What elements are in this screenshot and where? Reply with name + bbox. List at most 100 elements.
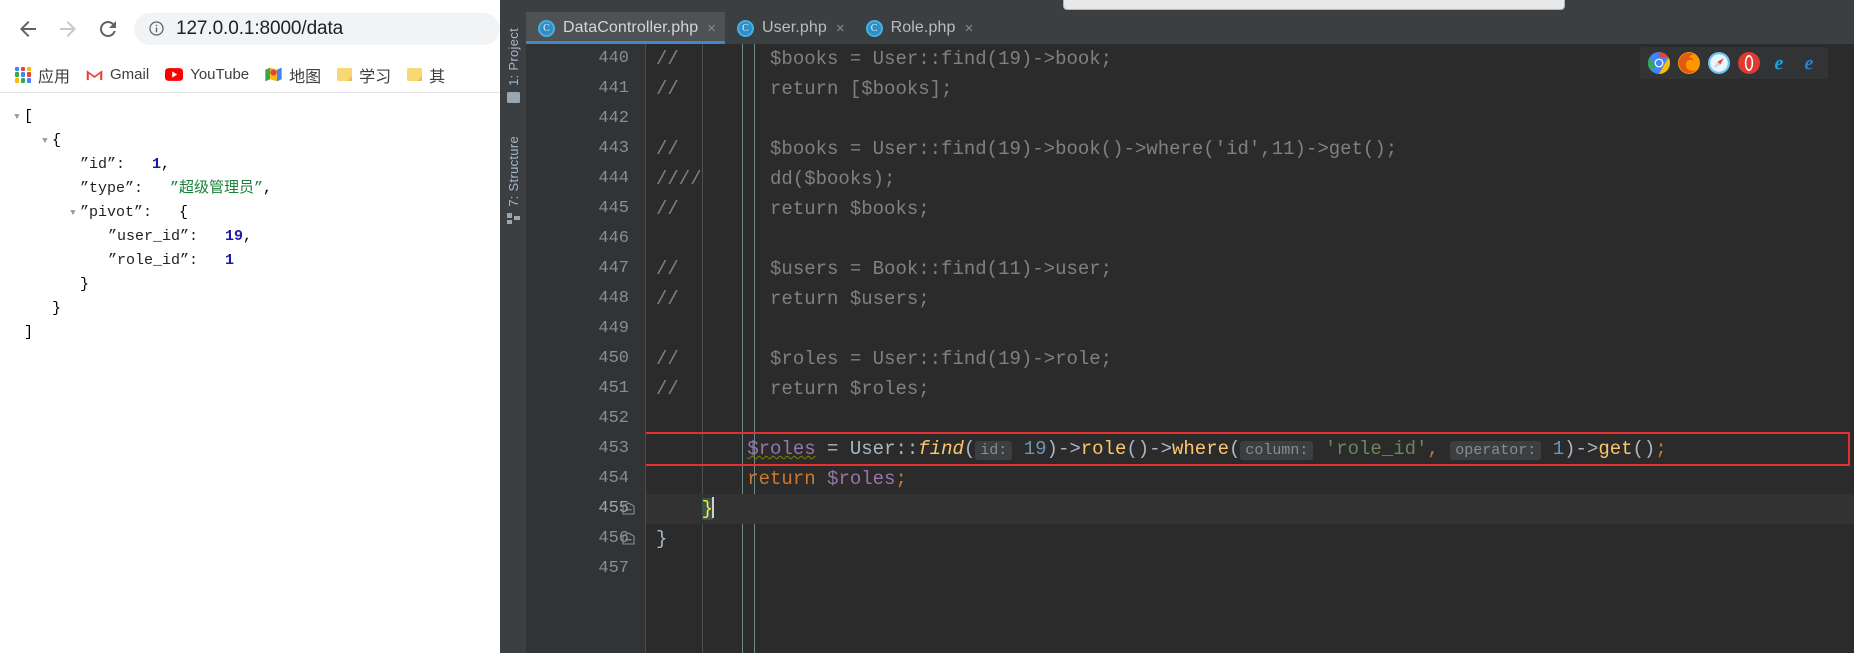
line-number: 445 — [598, 199, 629, 218]
code-token: return $books; — [678, 198, 930, 220]
json-collapse-triangle[interactable]: ▼ — [10, 105, 24, 129]
code-token: // — [656, 378, 679, 400]
line-number: 447 — [598, 259, 629, 278]
highlight-annotation-box — [646, 432, 1850, 466]
json-indent-spacer: ▼ — [94, 225, 108, 249]
code-area[interactable]: // $books = User::find(19)->book;// retu… — [646, 44, 1854, 653]
code-line[interactable]: } — [656, 494, 715, 524]
browser-launcher-popup[interactable]: ee — [1640, 47, 1828, 79]
chrome-icon[interactable] — [1647, 51, 1671, 75]
bookmarks-bar: 应用 Gmail YouTube 地图 学习 其 — [0, 57, 500, 92]
json-line: ▼”type”: ”超级管理员”, — [10, 177, 500, 201]
code-token: $roles = User::find(19)->role; — [678, 348, 1113, 370]
toolwindow-structure[interactable]: 7: Structure — [500, 136, 526, 224]
bookmark-label: 其 — [429, 68, 446, 86]
bookmark-folder-other[interactable]: 其 — [400, 61, 452, 89]
structure-icon — [506, 212, 520, 224]
screen-root: 127.0.0.1:8000/data 应用 Gmail YouTube 地图 … — [0, 0, 1854, 653]
json-token: } — [52, 300, 62, 317]
code-line[interactable]: } — [656, 524, 667, 554]
code-line[interactable]: return $roles; — [656, 464, 907, 494]
code-fold-icon[interactable] — [622, 502, 635, 515]
line-number: 451 — [598, 379, 629, 398]
json-token: ”user_id”: — [108, 228, 199, 245]
bookmark-label: Gmail — [110, 66, 150, 83]
reload-button[interactable] — [88, 9, 128, 49]
firefox-icon[interactable] — [1677, 51, 1701, 75]
line-number: 442 — [598, 109, 629, 128]
code-token: dd($books); — [701, 168, 896, 190]
info-circle-icon[interactable] — [148, 20, 165, 37]
code-line[interactable]: // $users = Book::find(11)->user; — [656, 254, 1112, 284]
json-token: , — [263, 180, 273, 197]
json-collapse-triangle[interactable]: ▼ — [66, 201, 80, 225]
bookmark-label: 地图 — [289, 68, 322, 86]
ide-tool-strip: 1: Project 7: Structure — [500, 10, 526, 653]
folder-icon — [337, 68, 353, 81]
editor-tab[interactable]: C DataController.php × — [526, 12, 725, 44]
line-number: 446 — [598, 229, 629, 248]
code-line[interactable]: // return [$books]; — [656, 74, 952, 104]
folder-icon — [407, 68, 423, 81]
youtube-icon — [165, 68, 184, 81]
address-bar[interactable]: 127.0.0.1:8000/data — [134, 12, 500, 45]
code-line[interactable]: // return $users; — [656, 284, 930, 314]
editor-tab[interactable]: C Role.php × — [854, 12, 983, 44]
code-line[interactable]: // return $books; — [656, 194, 930, 224]
code-token: return $roles; — [678, 378, 930, 400]
apps-grid-icon — [15, 66, 31, 83]
bookmark-folder-study[interactable]: 学习 — [330, 61, 398, 89]
code-token: return $users; — [678, 288, 930, 310]
forward-arrow-icon — [60, 20, 76, 37]
close-icon[interactable]: × — [836, 21, 845, 36]
json-line: ▼ ”pivot”: { — [10, 201, 500, 225]
code-line[interactable]: // return $roles; — [656, 374, 930, 404]
browser-window: 127.0.0.1:8000/data 应用 Gmail YouTube 地图 … — [0, 0, 500, 653]
bookmark-gmail[interactable]: Gmail — [79, 61, 156, 89]
line-number: 441 — [598, 79, 629, 98]
forward-button[interactable] — [48, 9, 88, 49]
edge-icon[interactable]: e — [1797, 51, 1821, 75]
editor-gutter[interactable]: 440 441 442 443 444 445 446 447 448 449 450 451 452 4… — [526, 44, 646, 653]
toolwindow-label: 1: Project — [505, 28, 521, 86]
code-line[interactable]: // $roles = User::find(19)->role; — [656, 344, 1112, 374]
close-icon[interactable]: × — [707, 21, 716, 36]
safari-icon[interactable] — [1707, 51, 1731, 75]
code-token: $books = User::find(19)->book; — [678, 48, 1113, 70]
ide-search-field[interactable] — [1063, 0, 1565, 10]
close-icon[interactable]: × — [964, 21, 973, 36]
line-number: 457 — [598, 559, 629, 578]
editor-tab[interactable]: C User.php × — [725, 12, 854, 44]
ie-icon[interactable]: e — [1767, 51, 1791, 75]
code-token: return [$books]; — [678, 78, 953, 100]
toolwindow-project[interactable]: 1: Project — [500, 28, 526, 103]
bookmark-maps[interactable]: 地图 — [258, 61, 328, 89]
json-indent-spacer: ▼ — [66, 273, 80, 297]
json-indent-spacer: ▼ — [38, 297, 52, 321]
back-button[interactable] — [8, 9, 48, 49]
toolwindow-label: 7: Structure — [505, 136, 521, 207]
code-token: // — [656, 198, 679, 220]
json-collapse-triangle[interactable]: ▼ — [38, 129, 52, 153]
editor-tab-bar: C DataController.php × C User.php × C Role.php × — [526, 10, 1854, 44]
json-token: [ — [24, 108, 34, 125]
opera-icon[interactable] — [1737, 51, 1761, 75]
code-editor[interactable]: 440 441 442 443 444 445 446 447 448 449 450 451 452 4… — [526, 44, 1854, 653]
code-line[interactable]: //// dd($books); — [656, 164, 895, 194]
json-token: { — [52, 132, 62, 149]
code-fold-icon[interactable] — [622, 532, 635, 545]
json-indent-spacer: ▼ — [10, 321, 24, 345]
browser-toolbar: 127.0.0.1:8000/data — [0, 0, 500, 57]
bookmark-apps[interactable]: 应用 — [8, 61, 77, 89]
bookmark-youtube[interactable]: YouTube — [158, 61, 256, 89]
json-token: 1 — [152, 156, 162, 173]
code-line[interactable]: // $books = User::find(19)->book; — [656, 44, 1112, 74]
json-token: ”超级管理员” — [170, 180, 264, 197]
json-line: ▼”role_id”: 1 — [10, 249, 500, 273]
json-indent-spacer: ▼ — [94, 249, 108, 273]
code-line[interactable]: // $books = User::find(19)->book()->wher… — [656, 134, 1397, 164]
